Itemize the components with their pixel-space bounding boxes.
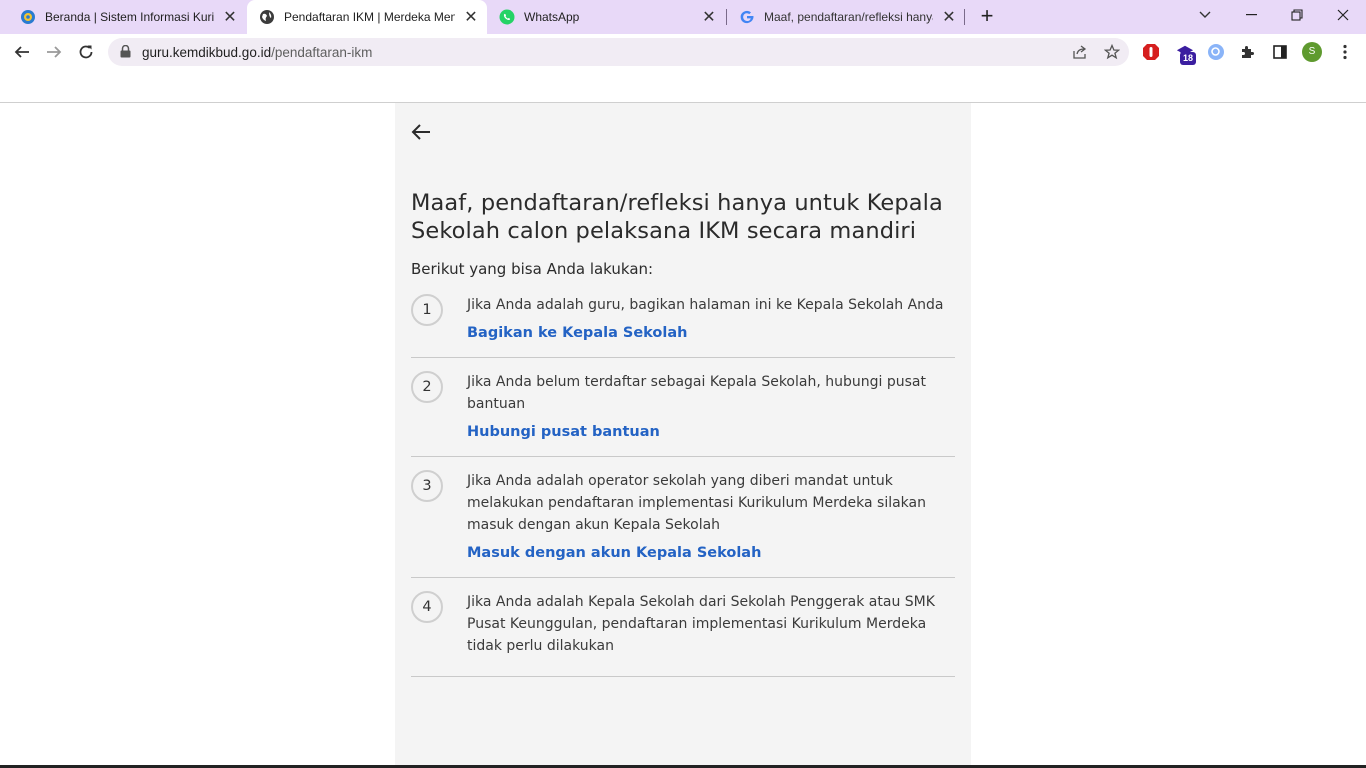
restore-icon[interactable] bbox=[1274, 0, 1320, 30]
step-text: Jika Anda adalah operator sekolah yang d… bbox=[467, 473, 926, 533]
page-subtitle: Berikut yang bisa Anda lakukan: bbox=[411, 260, 654, 278]
url-path: /pendaftaran-ikm bbox=[271, 45, 373, 60]
share-to-principal-link[interactable]: Bagikan ke Kepala Sekolah bbox=[467, 325, 687, 341]
adblock-extension-icon[interactable] bbox=[1142, 43, 1160, 61]
search-extension-icon[interactable] bbox=[1207, 43, 1225, 61]
close-icon[interactable]: ✕ bbox=[222, 9, 238, 26]
browser-toolbar: guru.kemdikbud.go.id/pendaftaran-ikm bbox=[0, 34, 1366, 70]
new-tab-plus-icon[interactable]: + bbox=[976, 5, 998, 28]
step-number: 1 bbox=[411, 294, 443, 326]
tab-search-chevron-icon[interactable] bbox=[1182, 0, 1228, 30]
divider bbox=[411, 357, 955, 358]
contact-help-center-link[interactable]: Hubungi pusat bantuan bbox=[467, 424, 660, 440]
tab-strip: Beranda | Sistem Informasi Kurikulum ✕ P… bbox=[0, 0, 1366, 34]
side-panel-icon[interactable] bbox=[1271, 43, 1289, 61]
back-arrow-icon[interactable] bbox=[8, 38, 36, 66]
back-arrow-icon[interactable] bbox=[410, 121, 432, 143]
star-bookmark-icon[interactable] bbox=[1103, 43, 1121, 60]
tab-title: Maaf, pendaftaran/refleksi hanya untuk bbox=[764, 10, 933, 24]
tab-google-search[interactable]: Maaf, pendaftaran/refleksi hanya untuk ✕ bbox=[727, 0, 965, 34]
step-number: 3 bbox=[411, 470, 443, 502]
step-text: Jika Anda adalah Kepala Sekolah dari Sek… bbox=[467, 594, 935, 654]
tab-title: Beranda | Sistem Informasi Kurikulum bbox=[45, 10, 214, 24]
kebab-menu-icon[interactable] bbox=[1336, 43, 1354, 61]
minimize-icon[interactable] bbox=[1228, 0, 1274, 30]
whatsapp-icon bbox=[499, 9, 515, 25]
tab-separator bbox=[964, 9, 965, 25]
step-text: Jika Anda adalah guru, bagikan halaman i… bbox=[467, 297, 944, 313]
tab-title: WhatsApp bbox=[524, 10, 580, 24]
content-panel: Maaf, pendaftaran/refleksi hanya untuk K… bbox=[395, 103, 971, 768]
close-icon[interactable]: ✕ bbox=[463, 9, 479, 26]
lock-icon[interactable] bbox=[120, 44, 131, 63]
login-principal-account-link[interactable]: Masuk dengan akun Kepala Sekolah bbox=[467, 545, 761, 561]
share-icon[interactable] bbox=[1072, 44, 1088, 60]
page-title: Maaf, pendaftaran/refleksi hanya untuk K… bbox=[411, 190, 943, 244]
forward-arrow-icon[interactable] bbox=[40, 38, 68, 66]
address-bar[interactable]: guru.kemdikbud.go.id/pendaftaran-ikm bbox=[108, 38, 1129, 66]
tab-title: Pendaftaran IKM | Merdeka Mengajar bbox=[284, 10, 455, 24]
google-icon bbox=[739, 9, 755, 25]
puzzle-extensions-icon[interactable] bbox=[1239, 43, 1257, 61]
extension-badge: 18 bbox=[1180, 52, 1197, 65]
close-icon[interactable]: ✕ bbox=[941, 9, 957, 26]
divider bbox=[411, 577, 955, 578]
step-text: Jika Anda belum terdaftar sebagai Kepala… bbox=[467, 374, 926, 412]
reload-icon[interactable] bbox=[72, 38, 100, 66]
close-icon[interactable]: ✕ bbox=[701, 9, 717, 26]
tab-beranda[interactable]: Beranda | Sistem Informasi Kurikulum ✕ bbox=[8, 0, 246, 34]
tab-whatsapp[interactable]: WhatsApp ✕ bbox=[487, 0, 725, 34]
url-host: guru.kemdikbud.go.id bbox=[142, 45, 272, 60]
step-number: 2 bbox=[411, 371, 443, 403]
tab-pendaftaran-ikm[interactable]: Pendaftaran IKM | Merdeka Mengajar ✕ bbox=[247, 0, 487, 34]
divider bbox=[411, 676, 955, 677]
step-number: 4 bbox=[411, 591, 443, 623]
globe-icon bbox=[259, 9, 275, 25]
url-text[interactable]: guru.kemdikbud.go.id/pendaftaran-ikm bbox=[142, 45, 372, 60]
close-window-icon[interactable] bbox=[1320, 0, 1366, 30]
profile-avatar[interactable]: S bbox=[1302, 42, 1322, 62]
kemdikbud-logo-icon bbox=[20, 9, 36, 25]
divider bbox=[411, 456, 955, 457]
